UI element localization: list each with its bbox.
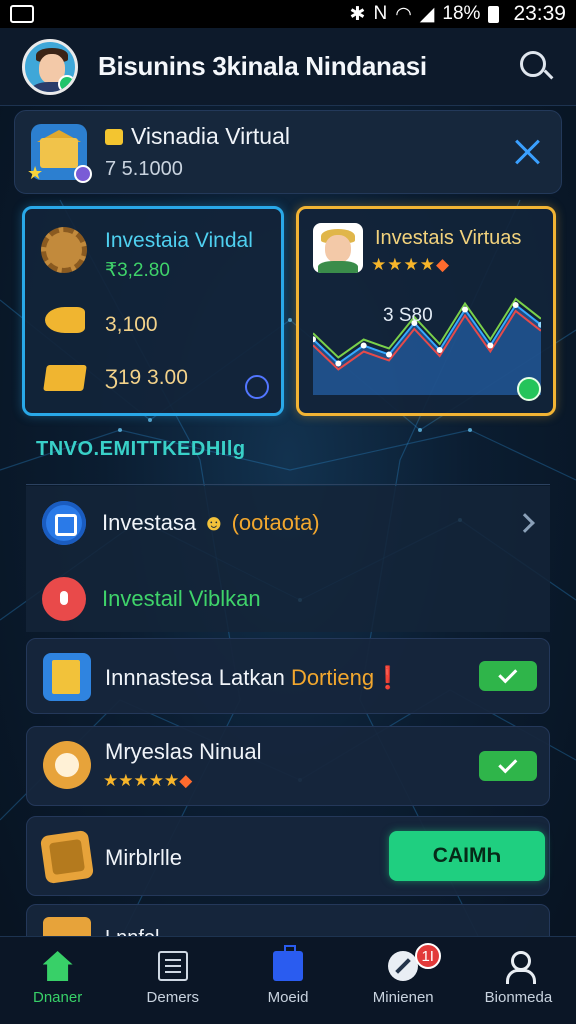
claim-row: Mirblrlle CAIMҺ xyxy=(26,816,550,896)
chart-value-label: 3 S80 xyxy=(383,305,433,326)
list-item-extra: (ootaota) xyxy=(231,510,320,535)
notification-badge: 1I xyxy=(414,943,441,969)
check-icon xyxy=(517,377,541,401)
investment-card-left[interactable]: Investaia Vindal ₹3,2.80 3,100 Ʒ19 3.00 xyxy=(22,206,284,416)
account-name: Visnadia Virtual xyxy=(131,123,290,149)
nav-item-notifications[interactable]: 1I Minienen xyxy=(346,937,461,1024)
badge-icon xyxy=(74,165,92,183)
bottom-nav: Dnaner Demers Moeid 1I Minienen Bionmeda xyxy=(0,936,576,1024)
toggle-switch[interactable] xyxy=(479,751,537,781)
gear-icon xyxy=(41,227,87,273)
key-icon xyxy=(45,307,85,333)
document-icon xyxy=(43,653,91,701)
page-title: Bisunins 3kinala Nindanasi xyxy=(98,51,427,81)
app-header: Bisunins 3kinala Nindanasi xyxy=(0,28,576,106)
bank-icon: ★ xyxy=(27,124,92,183)
toggle-switch[interactable] xyxy=(479,661,537,691)
chart-point xyxy=(386,351,392,358)
list-icon xyxy=(157,951,188,981)
card-title: Investais Virtuas xyxy=(375,227,522,249)
rating-stars: ★★★★★◆ xyxy=(103,771,193,790)
clock: 23:39 xyxy=(513,2,566,25)
app-icon xyxy=(42,501,86,545)
wifi-icon: ◠ xyxy=(395,3,412,25)
row-label: Mryeslas Ninual xyxy=(105,739,262,764)
nav-label: Moeid xyxy=(267,989,309,1006)
mascot-icon xyxy=(43,741,91,789)
card-row-value-2: Ʒ19 3.00 xyxy=(105,366,188,389)
nav-label: Demers xyxy=(146,989,200,1006)
claim-button[interactable]: CAIMҺ xyxy=(389,831,545,881)
list-item[interactable]: Investail Viblkan xyxy=(26,564,550,634)
nav-item-profile[interactable]: Bionmeda xyxy=(461,937,576,1024)
nav-label: Dnaner xyxy=(33,989,83,1006)
setting-row[interactable]: Innnastesa Latkan Dortieng❗ xyxy=(26,638,550,714)
list-item[interactable]: Investasa ☻ (ootaota) xyxy=(26,488,550,558)
home-icon xyxy=(42,951,73,981)
envelope-icon xyxy=(43,365,87,391)
star-icon: ★ xyxy=(27,163,44,183)
avatar[interactable] xyxy=(22,38,78,95)
card-title: Investaia Vindal xyxy=(105,229,253,252)
bag-icon xyxy=(273,945,303,981)
card-value: ₹3,2.80 xyxy=(105,260,170,281)
coin-icon xyxy=(39,829,95,885)
chart-point xyxy=(436,347,443,353)
chart-point xyxy=(360,342,367,349)
fire-icon: ◆ xyxy=(435,255,451,274)
nav-label: Bionmeda xyxy=(484,989,553,1006)
section-heading: TNVO.EMITTKEDHIlg xyxy=(36,438,246,460)
chevron-right-icon[interactable] xyxy=(515,513,535,533)
battery-percent: 18% xyxy=(442,3,481,24)
battery-icon xyxy=(488,5,500,23)
account-amount: 7 5.1000 xyxy=(105,158,183,180)
person-icon xyxy=(503,951,537,984)
verified-icon xyxy=(245,375,269,399)
chart-point xyxy=(512,302,519,308)
setting-row[interactable]: Mryeslas Ninual ★★★★★◆ xyxy=(26,726,550,806)
tag-icon xyxy=(105,128,123,145)
search-icon[interactable] xyxy=(518,49,554,85)
fire-icon: ◆ xyxy=(179,771,193,790)
featured-account-card[interactable]: ★ Visnadia Virtual 7 5.1000 xyxy=(14,110,562,194)
verified-check-icon xyxy=(58,74,75,92)
rating-stars: ★★★★◆ xyxy=(371,255,451,274)
chart-point xyxy=(335,360,342,367)
nav-item-store[interactable]: Moeid xyxy=(230,937,345,1024)
chart-point xyxy=(462,306,468,313)
bluetooth-icon: ✱ xyxy=(349,3,366,25)
list-item-label: Investail Viblkan xyxy=(102,586,261,611)
nav-label: Minienen xyxy=(372,989,434,1006)
signal-icon: ◢ xyxy=(419,3,435,25)
list-block: Investasa ☻ (ootaota) Investail Viblkan xyxy=(26,486,550,632)
pen-icon xyxy=(388,951,419,981)
nfc-icon: N xyxy=(373,3,388,24)
emoji-icon: ☻ xyxy=(202,510,226,535)
list-item-label: Investasa xyxy=(102,510,197,535)
chat-icon xyxy=(42,577,86,621)
investment-card-right[interactable]: Investais Virtuas ★★★★◆ 3 S80 xyxy=(296,206,556,416)
nav-item-documents[interactable]: Demers xyxy=(115,937,230,1024)
chart-point xyxy=(487,342,494,349)
row-label: Innnastesa Latkan xyxy=(105,665,285,690)
status-bar: ✱ N ◠ ◢ 18% 23:39 xyxy=(0,0,576,28)
user-avatar-icon xyxy=(313,223,363,273)
row-accent: Dortieng❗ xyxy=(290,665,402,690)
card-row-value-1: 3,100 xyxy=(105,313,158,336)
gallery-icon xyxy=(10,5,34,23)
nav-item-home[interactable]: Dnaner xyxy=(0,937,115,1024)
divider xyxy=(26,484,550,485)
row-label: Mirblrlle xyxy=(105,845,182,870)
close-icon[interactable] xyxy=(511,135,545,169)
